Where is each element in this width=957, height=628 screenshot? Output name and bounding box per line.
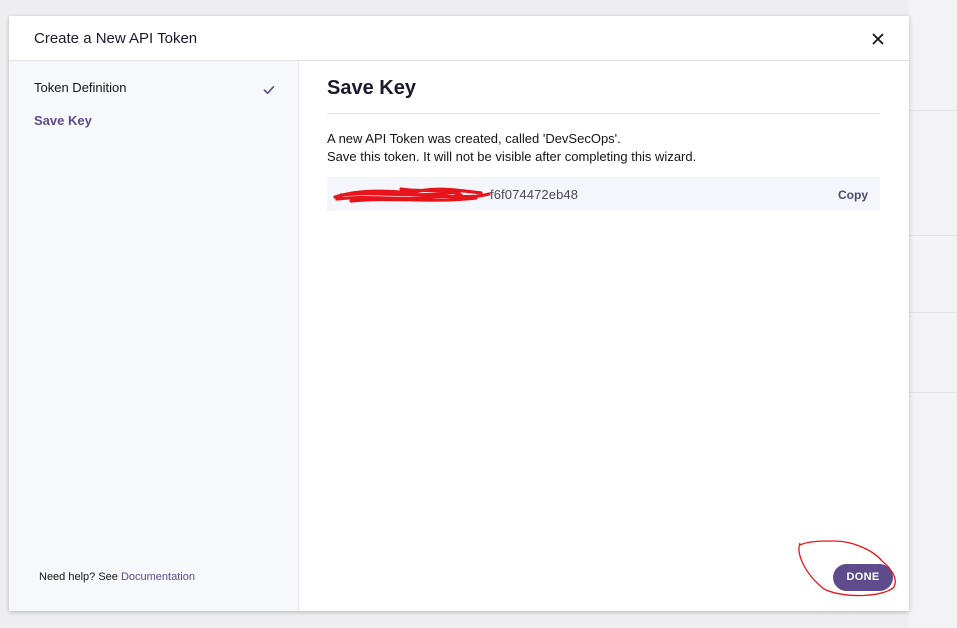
modal-header: Create a New API Token bbox=[9, 16, 909, 61]
backdrop-divider bbox=[909, 235, 957, 236]
done-button[interactable]: DONE bbox=[833, 564, 893, 591]
backdrop-divider bbox=[909, 110, 957, 111]
modal-title: Create a New API Token bbox=[34, 30, 198, 47]
copy-button[interactable]: Copy bbox=[838, 188, 868, 202]
create-api-token-modal: Create a New API Token Token Definition … bbox=[9, 16, 909, 611]
help-prefix: Need help? See bbox=[39, 571, 121, 583]
redaction-scribble bbox=[333, 187, 491, 203]
backdrop-divider bbox=[909, 392, 957, 393]
documentation-link[interactable]: Documentation bbox=[121, 571, 195, 583]
save-warning-message: Save this token. It will not be visible … bbox=[327, 149, 697, 164]
step-save-key[interactable]: Save Key bbox=[34, 113, 92, 128]
token-created-message: A new API Token was created, called 'Dev… bbox=[327, 131, 621, 146]
backdrop-divider bbox=[909, 312, 957, 313]
wizard-steps-sidebar: Token Definition Save Key Need help? See… bbox=[9, 61, 299, 611]
check-icon bbox=[263, 82, 275, 94]
step-token-definition[interactable]: Token Definition bbox=[34, 80, 127, 95]
close-icon[interactable] bbox=[869, 30, 887, 48]
main-panel: Save Key A new API Token was created, ca… bbox=[299, 61, 909, 611]
token-field[interactable]: f6f074472eb48 Copy bbox=[327, 177, 880, 211]
page-title: Save Key bbox=[327, 77, 416, 99]
page-backdrop bbox=[909, 0, 957, 628]
title-divider bbox=[327, 113, 880, 114]
help-text: Need help? See Documentation bbox=[39, 571, 195, 583]
